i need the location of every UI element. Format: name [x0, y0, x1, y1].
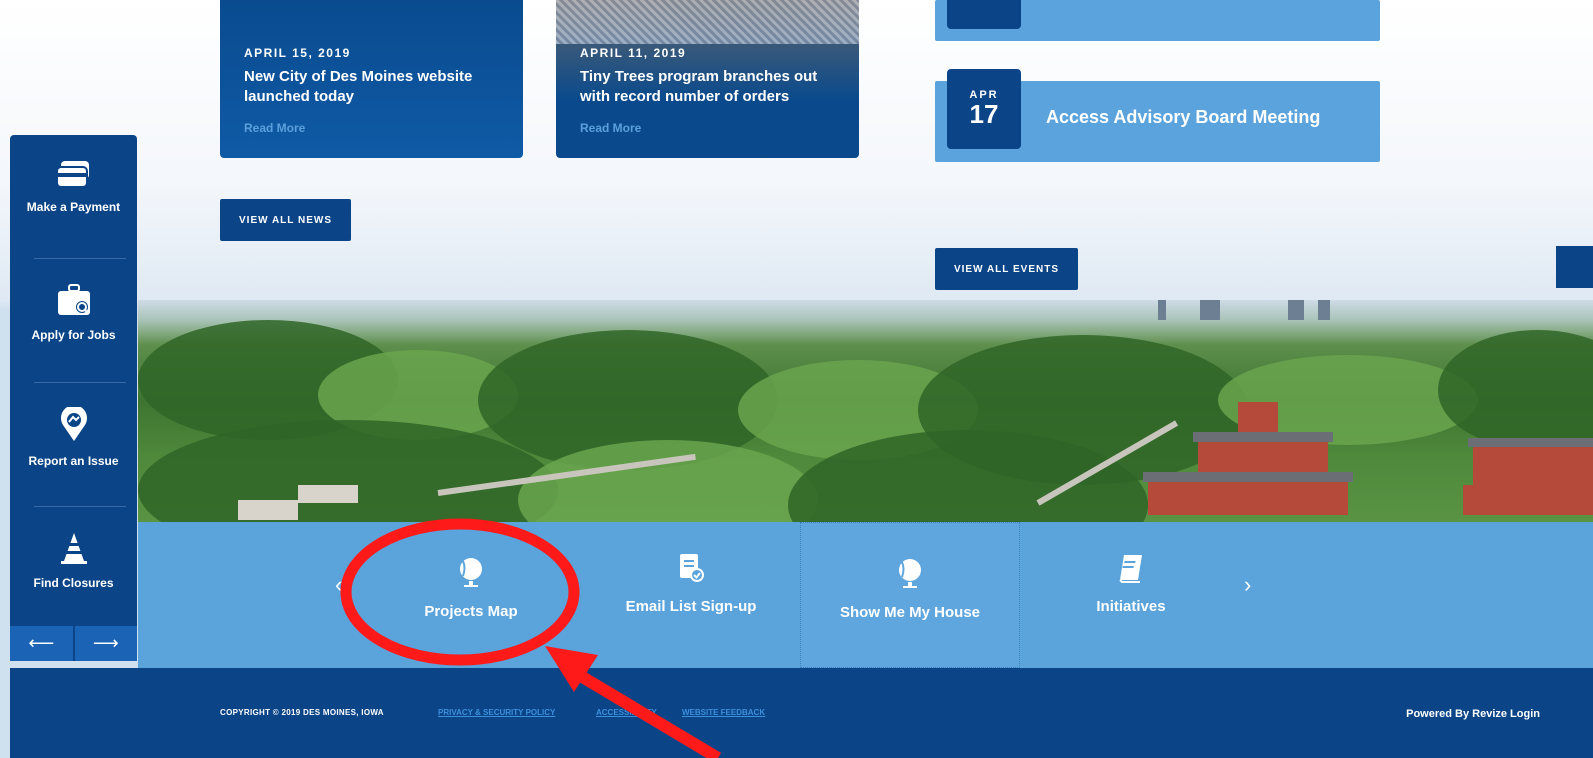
event-date-badge: APR 17 — [947, 69, 1021, 149]
quick-links-nav: ⟵ ⟶ — [10, 626, 137, 661]
form-check-icon — [680, 554, 704, 582]
carousel-item-show-my-house[interactable]: Show Me My House — [800, 522, 1020, 668]
card-icon — [55, 161, 89, 188]
city-skyline-photo — [138, 300, 1593, 528]
carousel-prev-button[interactable]: ‹ — [335, 572, 342, 598]
globe-icon — [899, 559, 921, 588]
powered-by-text[interactable]: Powered By Revize Login — [1406, 708, 1540, 720]
carousel-item-label: Email List Sign-up — [625, 598, 757, 615]
quick-link-find-closures[interactable]: Find Closures — [10, 531, 137, 590]
news-date: APRIL 15, 2019 — [244, 46, 351, 60]
quick-links-next-button[interactable]: ⟶ — [72, 626, 137, 661]
quick-link-label: Report an Issue — [28, 454, 119, 468]
carousel-next-button[interactable]: › — [1244, 572, 1251, 598]
event-item[interactable]: APR 17 Access Advisory Board Meeting — [935, 69, 1380, 162]
news-image — [556, 0, 859, 44]
carousel-item-initiatives[interactable]: Initiatives — [1020, 522, 1242, 668]
featured-links-carousel: Projects Map Email List Sign-up Show Me … — [138, 522, 1593, 668]
quick-link-make-payment[interactable]: Make a Payment — [10, 159, 137, 214]
location-pin-icon — [60, 405, 87, 441]
quick-link-report-issue[interactable]: Report an Issue — [10, 405, 137, 468]
quick-link-label: Apply for Jobs — [31, 328, 116, 342]
briefcase-search-icon — [57, 284, 90, 315]
read-more-link[interactable]: Read More — [244, 121, 305, 135]
globe-icon — [460, 558, 482, 587]
quick-link-label: Find Closures — [33, 576, 114, 590]
carousel-item-label: Initiatives — [1096, 598, 1166, 615]
event-date-badge — [947, 0, 1021, 29]
book-icon — [1119, 555, 1142, 583]
website-feedback-link[interactable]: WEBSITE FEEDBACK — [682, 708, 765, 717]
carousel-item-label: Projects Map — [424, 603, 518, 620]
read-more-link[interactable]: Read More — [580, 121, 641, 135]
accessibility-link[interactable]: ACCESSIBILITY — [596, 708, 657, 717]
view-all-news-button[interactable]: VIEW ALL NEWS — [220, 199, 351, 241]
carousel-item-projects-map[interactable]: Projects Map — [360, 522, 582, 668]
news-date: APRIL 11, 2019 — [580, 46, 687, 60]
traffic-cone-icon — [60, 533, 87, 564]
event-day: 17 — [969, 99, 999, 129]
privacy-policy-link[interactable]: PRIVACY & SECURITY POLICY — [438, 708, 555, 717]
news-card[interactable]: APRIL 15, 2019 New City of Des Moines we… — [220, 0, 523, 158]
news-title[interactable]: Tiny Trees program branches out with rec… — [580, 67, 850, 107]
site-footer: COPYRIGHT © 2019 DES MOINES, IOWA PRIVAC… — [10, 668, 1593, 758]
news-card[interactable]: APRIL 11, 2019 Tiny Trees program branch… — [556, 0, 859, 158]
news-title[interactable]: New City of Des Moines website launched … — [244, 67, 514, 107]
copyright-text: COPYRIGHT © 2019 DES MOINES, IOWA — [220, 708, 384, 717]
quick-links-prev-button[interactable]: ⟵ — [10, 626, 73, 661]
carousel-item-label: Show Me My House — [839, 604, 981, 621]
side-tab[interactable] — [1556, 246, 1593, 288]
quick-link-apply-jobs[interactable]: Apply for Jobs — [10, 283, 137, 342]
carousel-item-email-signup[interactable]: Email List Sign-up — [582, 522, 800, 668]
quick-link-label: Make a Payment — [26, 200, 121, 214]
event-item[interactable] — [935, 0, 1380, 41]
event-title[interactable]: Access Advisory Board Meeting — [1046, 107, 1320, 128]
view-all-events-button[interactable]: VIEW ALL EVENTS — [935, 248, 1078, 290]
quick-links-panel: Make a Payment Apply for Jobs Report an … — [10, 135, 137, 661]
